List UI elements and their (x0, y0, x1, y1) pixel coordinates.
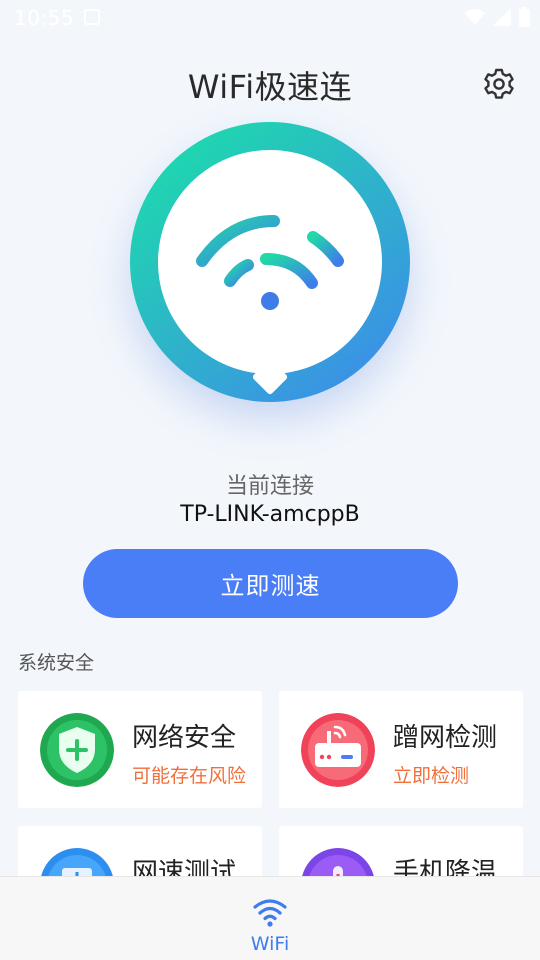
notification-icon (84, 9, 100, 25)
wifi-hero-icon (196, 215, 344, 310)
card-subtitle: 立即检测 (393, 765, 470, 787)
section-title: 系统安全 (18, 652, 95, 674)
connected-ssid: TP-LINK-amcppB (180, 502, 360, 527)
wifi-signal-icon (465, 9, 485, 25)
settings-button[interactable] (481, 66, 517, 102)
nav-item-wifi[interactable]: WiFi (230, 885, 310, 955)
shield-icon (40, 713, 114, 787)
status-bar: 10:55 (0, 0, 540, 36)
card-title: 蹭网检测 (393, 723, 498, 753)
router-icon (301, 713, 375, 787)
bottom-nav: WiFi (0, 876, 540, 960)
cell-signal-icon (493, 8, 511, 26)
battery-icon (519, 7, 530, 27)
status-time: 10:55 (14, 6, 75, 30)
speed-test-button[interactable]: 立即测速 (83, 549, 458, 618)
nav-item-label: WiFi (250, 933, 290, 955)
wifi-icon (253, 899, 287, 927)
card-title: 网络安全 (132, 723, 237, 753)
network-security-card[interactable]: 网络安全 可能存在风险 (18, 691, 262, 808)
current-connection-label: 当前连接 (225, 474, 314, 499)
app-title: WiFi极速连 (187, 68, 353, 106)
gear-icon (484, 68, 514, 99)
status-icons (465, 7, 530, 27)
card-subtitle: 可能存在风险 (132, 765, 247, 787)
wifi-intrusion-card[interactable]: 蹭网检测 立即检测 (279, 691, 523, 808)
